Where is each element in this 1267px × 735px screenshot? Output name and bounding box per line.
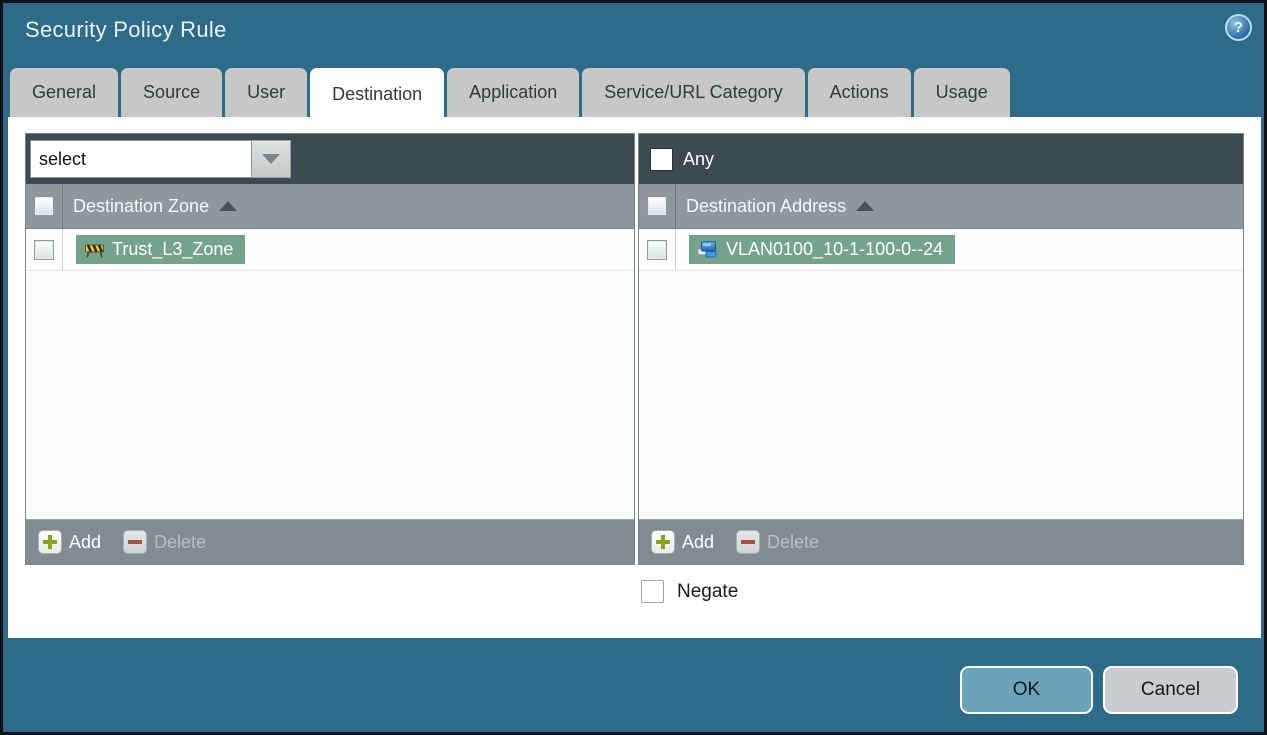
zone-add-label: Add bbox=[69, 531, 102, 552]
zone-select-all-checkbox[interactable] bbox=[34, 196, 54, 216]
zone-delete-button[interactable]: Delete bbox=[123, 530, 206, 554]
address-toolbar: Any bbox=[639, 134, 1243, 184]
tab-general[interactable]: General bbox=[10, 68, 119, 117]
address-delete-label: Delete bbox=[767, 531, 820, 552]
address-row-checkbox[interactable] bbox=[647, 239, 667, 260]
tab-application[interactable]: Application bbox=[447, 68, 580, 117]
tab-source[interactable]: Source bbox=[121, 68, 223, 117]
help-icon[interactable]: ? bbox=[1225, 14, 1252, 41]
negate-row: Negate bbox=[641, 580, 738, 603]
delete-minus-icon bbox=[123, 530, 148, 554]
table-row: Trust_L3_Zone bbox=[26, 229, 634, 271]
sort-ascending-icon bbox=[856, 201, 875, 211]
address-select-all-checkbox[interactable] bbox=[647, 196, 667, 216]
address-chip-label: VLAN0100_10-1-100-0--24 bbox=[726, 239, 944, 259]
ok-button[interactable]: OK bbox=[960, 666, 1093, 714]
tab-bar: General Source User Destination Applicat… bbox=[10, 68, 1010, 121]
tab-user[interactable]: User bbox=[225, 68, 308, 117]
negate-label: Negate bbox=[677, 580, 739, 602]
add-plus-icon bbox=[651, 530, 675, 554]
zone-delete-label: Delete bbox=[154, 531, 207, 552]
address-grid-body: VLAN0100_10-1-100-0--24 bbox=[639, 229, 1243, 519]
zone-select-input[interactable] bbox=[30, 140, 252, 178]
table-row: VLAN0100_10-1-100-0--24 bbox=[639, 229, 1243, 271]
tab-destination[interactable]: Destination bbox=[310, 68, 445, 121]
address-grid-header: Destination Address bbox=[639, 184, 1243, 229]
zone-row-checkbox[interactable] bbox=[34, 239, 54, 260]
address-footer: Add Delete bbox=[639, 519, 1243, 564]
dialog-title: Security Policy Rule bbox=[25, 17, 227, 42]
zone-column-header[interactable]: Destination Zone bbox=[73, 195, 238, 217]
zone-select-combo bbox=[30, 140, 291, 178]
address-column-header-label: Destination Address bbox=[686, 195, 847, 216]
tab-content-sheet: Destination Zone Trust_L3_Zone bbox=[8, 117, 1261, 638]
security-policy-rule-dialog: Security Policy Rule ? General Source Us… bbox=[0, 0, 1267, 735]
zone-add-button[interactable]: Add bbox=[38, 530, 101, 554]
delete-minus-icon bbox=[736, 530, 761, 554]
network-computers-icon bbox=[697, 241, 717, 258]
address-delete-button[interactable]: Delete bbox=[736, 530, 819, 554]
destination-zone-panel: Destination Zone Trust_L3_Zone bbox=[25, 133, 635, 565]
tab-usage[interactable]: Usage bbox=[913, 68, 1010, 117]
zone-grid-body: Trust_L3_Zone bbox=[26, 229, 634, 519]
zone-chip-label: Trust_L3_Zone bbox=[112, 239, 234, 259]
address-add-label: Add bbox=[682, 531, 715, 552]
chevron-down-icon bbox=[262, 154, 280, 164]
zone-column-header-label: Destination Zone bbox=[73, 195, 210, 216]
address-add-button[interactable]: Add bbox=[651, 530, 714, 554]
tab-service-url-category[interactable]: Service/URL Category bbox=[582, 68, 805, 117]
any-checkbox[interactable] bbox=[649, 147, 673, 171]
any-label: Any bbox=[683, 148, 715, 169]
cancel-button[interactable]: Cancel bbox=[1103, 666, 1238, 714]
negate-checkbox[interactable] bbox=[641, 580, 664, 603]
tab-actions[interactable]: Actions bbox=[807, 68, 911, 117]
destination-address-panel: Any Destination Address VLAN0100_10-1-10… bbox=[638, 133, 1244, 565]
address-column-header[interactable]: Destination Address bbox=[686, 195, 875, 217]
zone-footer: Add Delete bbox=[26, 519, 634, 564]
zone-toolbar bbox=[26, 134, 634, 184]
zone-barrier-icon bbox=[85, 243, 104, 258]
zone-select-dropdown-button[interactable] bbox=[252, 140, 291, 178]
zone-grid-header: Destination Zone bbox=[26, 184, 634, 229]
address-chip-vlan0100[interactable]: VLAN0100_10-1-100-0--24 bbox=[689, 235, 956, 264]
zone-chip-trust-l3-zone[interactable]: Trust_L3_Zone bbox=[76, 235, 246, 264]
sort-ascending-icon bbox=[219, 201, 238, 211]
add-plus-icon bbox=[38, 530, 62, 554]
